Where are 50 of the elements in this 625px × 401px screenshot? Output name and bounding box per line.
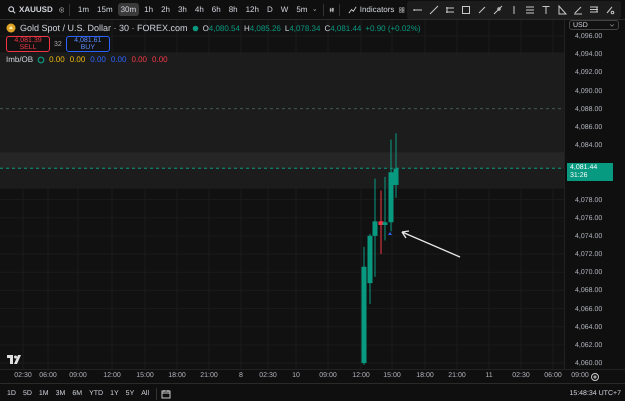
indicator-value: 0.00 [131,55,148,64]
calendar-icon[interactable] [161,388,172,398]
ohlc-value: C4,081.44 [324,24,362,32]
indicator-value: 0.00 [110,55,126,64]
interval-button[interactable]: D [264,3,276,16]
interval-button[interactable]: 30m [118,3,140,16]
triangle-ruler-icon[interactable] [557,4,567,14]
chevron-down-icon [609,22,615,28]
add-circle-icon[interactable] [58,4,64,14]
ray-icon[interactable] [493,4,503,14]
measure-icon[interactable] [605,4,615,14]
interval-button[interactable]: 1h [141,3,156,16]
text-icon[interactable] [541,4,551,14]
coin-icon [6,23,16,33]
rectangle-icon[interactable] [461,4,471,14]
interval-button[interactable]: 6h [208,3,224,16]
indicator-value: 0.00 [90,55,106,64]
interval-button[interactable]: W [278,3,292,16]
channel-icon[interactable] [525,4,535,14]
interval-button[interactable]: 5m [293,3,310,16]
lines-icon[interactable] [589,4,599,14]
indicators-button[interactable]: Indicators [344,3,398,16]
ohlc-value: H4,085.26 [244,24,281,32]
interval-button[interactable]: 12h [242,3,262,16]
ohlc-value: L4,078.34 [284,24,320,32]
ohlc-value: O4,080.54 [202,24,240,32]
interval-button[interactable]: 1m [74,3,92,16]
interval-button[interactable]: 3h [174,3,190,16]
search-icon [8,6,16,14]
logo-icon [7,355,21,364]
indicator-name: Imb/OB [6,55,34,64]
status-dot-icon [192,24,199,32]
interval-button[interactable]: 15m [94,3,116,16]
parallel-channel-icon[interactable] [445,4,455,14]
interval-button[interactable]: 2h [158,3,173,16]
symbol-title: Gold Spot / U.S. Dollar · 30 · FOREX.com [20,23,188,33]
interval-button[interactable]: 8h [226,3,241,16]
arrow-drawing [401,230,460,258]
chart-line-icon [348,5,357,14]
loading-ring-icon [37,56,46,64]
layout-grid-icon[interactable] [399,4,405,14]
indicator-value: 0.00 [70,55,86,64]
change-value: +0.90 (+0.02%) [365,24,421,32]
indicator-value: 0.00 [152,55,168,64]
symbol-search[interactable]: XAUUSD [4,5,57,14]
line-icon[interactable] [477,4,487,14]
triangle-marker [388,232,392,235]
indicator-value: 0.00 [49,55,65,64]
interval-button[interactable]: 4h [192,3,207,16]
trend-line-icon[interactable] [429,4,439,14]
